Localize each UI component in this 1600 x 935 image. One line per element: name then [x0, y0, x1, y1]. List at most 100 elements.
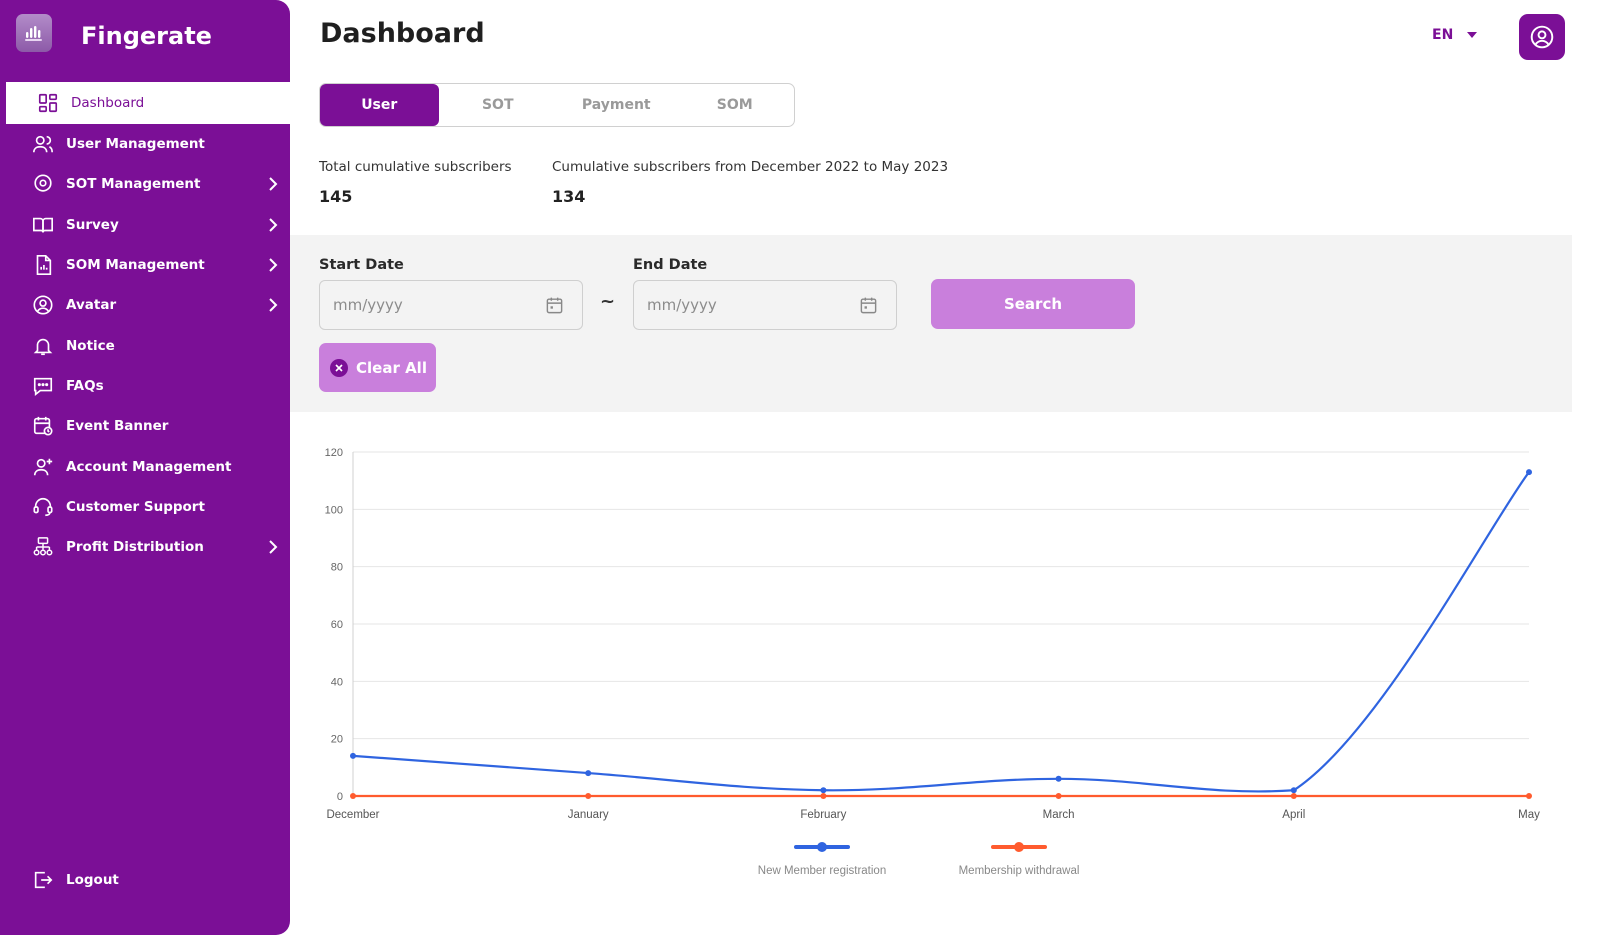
y-tick-label: 60 — [331, 619, 343, 631]
brand-logo-icon — [16, 14, 52, 52]
headset-icon — [33, 497, 53, 516]
calendar-icon[interactable] — [545, 296, 564, 315]
total-subscribers-label: Total cumulative subscribers — [319, 159, 512, 175]
sidebar-item-profit-distribution[interactable]: Profit Distribution — [6, 527, 290, 567]
data-point — [820, 787, 827, 794]
series-line-0 — [352, 471, 1530, 793]
data-point — [585, 770, 592, 777]
y-tick-label: 100 — [325, 504, 343, 516]
x-tick-label: April — [1282, 809, 1305, 821]
legend-swatch-dot — [817, 842, 827, 852]
chevron-right-icon — [269, 177, 278, 192]
date-range-separator: ~ — [600, 291, 616, 312]
sidebar-item-faqs[interactable]: FAQs — [6, 366, 290, 406]
data-point — [1055, 775, 1062, 782]
chat-bubble-icon — [33, 377, 53, 396]
sidebar-item-label: Event Banner — [66, 418, 169, 435]
start-date-input[interactable]: mm/yyyy — [319, 280, 583, 330]
dashboard-grid-icon — [38, 93, 58, 113]
subscriber-line-chart: 0 20 40 60 80 100 120 December January February Ma… — [325, 447, 1540, 877]
clear-all-button[interactable]: Clear All — [319, 343, 436, 392]
legend-swatch-dot — [1014, 842, 1024, 852]
y-tick-label: 20 — [331, 734, 343, 746]
logout-icon — [34, 871, 53, 889]
y-tick-label: 0 — [337, 791, 343, 803]
range-subscribers-stat: Cumulative subscribers from December 202… — [552, 159, 948, 206]
clear-all-label: Clear All — [356, 358, 427, 377]
chevron-right-icon — [269, 298, 278, 313]
x-tick-label: May — [1518, 809, 1540, 821]
sidebar-nav: Dashboard User Management SOT Management — [6, 82, 290, 567]
sidebar-item-dashboard[interactable]: Dashboard — [6, 82, 290, 124]
page-title: Dashboard — [320, 18, 485, 49]
sidebar-item-user-management[interactable]: User Management — [6, 124, 290, 164]
sidebar-item-sot-management[interactable]: SOT Management — [6, 164, 290, 204]
range-subscribers-value: 134 — [552, 187, 586, 206]
sidebar: Fingerate Dashboard User Management SOT … — [0, 0, 290, 935]
sidebar-item-label: Dashboard — [71, 95, 145, 111]
sidebar-item-survey[interactable]: Survey — [6, 205, 290, 245]
tab-user[interactable]: User — [320, 84, 439, 126]
org-chart-icon — [33, 537, 53, 556]
language-selector[interactable]: EN — [1432, 27, 1478, 43]
sidebar-item-event-banner[interactable]: Event Banner — [6, 406, 290, 446]
total-subscribers-stat: Total cumulative subscribers 145 — [319, 159, 512, 206]
calendar-icon[interactable] — [859, 296, 878, 315]
sidebar-item-label: FAQs — [66, 377, 104, 394]
user-circle-icon — [33, 295, 53, 315]
x-tick-label: January — [568, 809, 609, 821]
sidebar-item-customer-support[interactable]: Customer Support — [6, 487, 290, 527]
book-open-icon — [33, 217, 53, 233]
sidebar-item-label: Avatar — [66, 297, 117, 314]
sidebar-item-label: Account Management — [66, 458, 232, 475]
bell-icon — [33, 338, 53, 355]
users-icon — [33, 135, 53, 153]
x-tick-label: December — [326, 809, 379, 821]
caret-down-icon — [1467, 32, 1478, 38]
search-button[interactable]: Search — [931, 279, 1135, 329]
data-point — [1055, 793, 1062, 799]
data-point — [1526, 793, 1532, 799]
data-point — [1290, 787, 1297, 794]
tab-sot[interactable]: SOT — [439, 84, 558, 126]
close-circle-icon — [330, 358, 348, 377]
user-circle-icon — [1530, 25, 1554, 49]
user-plus-icon — [33, 458, 53, 475]
x-tick-label: February — [800, 809, 846, 821]
data-point — [820, 793, 827, 799]
calendar-clock-icon — [33, 417, 53, 436]
brand-name: Fingerate — [81, 22, 212, 50]
language-label: EN — [1432, 27, 1454, 43]
y-tick-label: 120 — [325, 447, 343, 459]
logout-label: Logout — [66, 872, 119, 888]
legend-label: Membership withdrawal — [959, 865, 1080, 877]
sidebar-item-notice[interactable]: Notice — [6, 325, 290, 365]
data-point — [585, 793, 592, 799]
end-date-label: End Date — [633, 257, 708, 273]
end-date-input[interactable]: mm/yyyy — [633, 280, 897, 330]
sidebar-item-avatar[interactable]: Avatar — [6, 285, 290, 325]
sidebar-item-label: User Management — [66, 136, 205, 153]
profile-button[interactable] — [1519, 14, 1565, 60]
sidebar-item-som-management[interactable]: SOM Management — [6, 245, 290, 285]
data-point — [1526, 469, 1532, 476]
data-point — [350, 793, 356, 799]
dashboard-tabs: User SOT Payment SOM — [319, 83, 795, 127]
sidebar-item-label: Notice — [66, 337, 115, 354]
data-point — [1290, 793, 1297, 799]
tab-payment[interactable]: Payment — [557, 84, 676, 126]
tab-som[interactable]: SOM — [676, 84, 795, 126]
y-tick-label: 40 — [331, 676, 343, 688]
app-root: Fingerate Dashboard User Management SOT … — [0, 0, 1600, 935]
sidebar-item-label: Customer Support — [66, 498, 205, 515]
sidebar-item-label: SOT Management — [66, 176, 201, 193]
start-date-label: Start Date — [319, 257, 404, 273]
range-subscribers-label: Cumulative subscribers from December 202… — [552, 159, 949, 175]
brand[interactable]: Fingerate — [0, 0, 290, 80]
document-chart-icon — [36, 255, 52, 276]
sidebar-item-account-management[interactable]: Account Management — [6, 446, 290, 486]
chevron-right-icon — [269, 540, 278, 554]
location-pin-icon — [34, 174, 52, 193]
logout-button[interactable]: Logout — [6, 860, 290, 900]
chevron-right-icon — [269, 218, 278, 232]
